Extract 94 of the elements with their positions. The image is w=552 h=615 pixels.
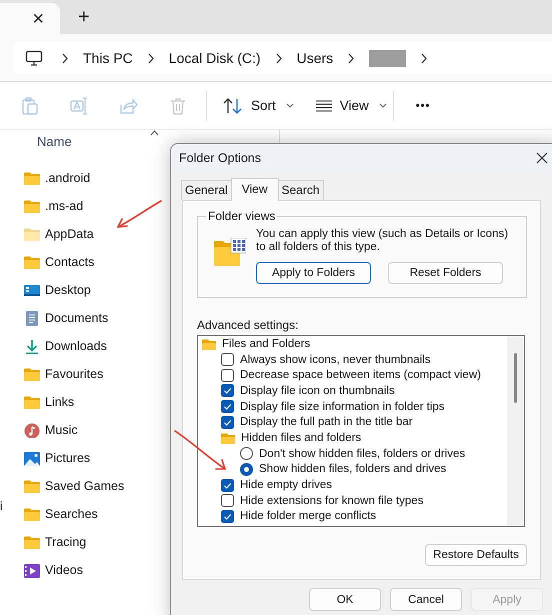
download-icon bbox=[24, 338, 40, 354]
checkbox[interactable] bbox=[221, 494, 234, 508]
dialog-button: Apply bbox=[471, 588, 543, 611]
new-tab-button[interactable]: + bbox=[78, 7, 90, 27]
setting-radio[interactable]: Show hidden files, folders and drives bbox=[240, 462, 446, 476]
nav-pane-text: i bbox=[0, 499, 3, 513]
column-header[interactable]: Name bbox=[37, 135, 78, 149]
folder-icon bbox=[221, 432, 235, 444]
setting-label: Hidden files and folders bbox=[241, 432, 362, 444]
dialog-tab[interactable]: View bbox=[230, 178, 278, 201]
folder-icon bbox=[24, 394, 40, 410]
folder-icon bbox=[24, 478, 40, 494]
file-name[interactable]: Downloads bbox=[45, 339, 107, 353]
scrollbar-thumb[interactable] bbox=[514, 353, 517, 403]
music-icon bbox=[24, 422, 40, 438]
dialog-tab[interactable]: General bbox=[181, 180, 232, 200]
folder-icon bbox=[24, 366, 40, 382]
folder-icon bbox=[24, 534, 40, 550]
folder-icon bbox=[24, 198, 40, 214]
folder-icon bbox=[24, 170, 40, 186]
video-icon bbox=[24, 562, 40, 578]
dialog-tab[interactable]: Search bbox=[278, 180, 324, 200]
file-name[interactable]: Desktop bbox=[45, 283, 91, 297]
setting-radio[interactable]: Don't show hidden files, folders or drives bbox=[240, 447, 466, 460]
file-name[interactable]: Favourites bbox=[45, 367, 104, 381]
close-button[interactable]: × bbox=[32, 8, 44, 28]
chevron-icon bbox=[420, 52, 428, 64]
folder-grid-icon bbox=[214, 238, 246, 266]
checkbox[interactable] bbox=[221, 384, 234, 398]
folder-view-button[interactable]: Reset Folders bbox=[388, 262, 503, 284]
folder-icon bbox=[24, 226, 40, 242]
more-button[interactable]: ••• bbox=[416, 100, 430, 112]
lines-icon bbox=[316, 100, 332, 112]
sort-arrows-icon bbox=[223, 96, 243, 114]
checkbox[interactable] bbox=[221, 353, 234, 366]
setting-checkbox[interactable]: Decrease space between items (compact view) bbox=[221, 368, 481, 382]
dialog-button[interactable]: OK bbox=[309, 588, 381, 611]
setting-checkbox[interactable]: Hide empty drives bbox=[221, 478, 332, 492]
radio-button[interactable] bbox=[240, 462, 253, 476]
file-name[interactable]: .android bbox=[45, 171, 90, 185]
setting-checkbox[interactable]: Hide folder merge conflicts bbox=[221, 510, 376, 523]
breadcrumb-item[interactable]: Local Disk (C:) bbox=[168, 50, 261, 66]
breadcrumb-item[interactable]: Users bbox=[296, 50, 334, 66]
folder-view-button[interactable]: Apply to Folders bbox=[256, 262, 371, 284]
section-label: Advanced settings: bbox=[197, 319, 300, 332]
chevron-icon bbox=[61, 52, 69, 64]
checkbox[interactable] bbox=[221, 368, 234, 382]
setting-checkbox[interactable]: Display file icon on thumbnails bbox=[221, 384, 395, 398]
view-button[interactable]: View bbox=[316, 98, 387, 113]
restore-defaults-button[interactable]: Restore Defaults bbox=[425, 544, 527, 566]
desktop-icon bbox=[24, 282, 40, 298]
file-name[interactable]: .ms-ad bbox=[45, 199, 84, 213]
folder-icon bbox=[202, 338, 216, 350]
setting-checkbox[interactable]: Display file size information in folder tips bbox=[221, 400, 445, 414]
folder-icon bbox=[24, 506, 40, 522]
document-icon bbox=[24, 310, 40, 326]
checkbox[interactable] bbox=[221, 478, 234, 492]
address-bar[interactable]: This PC Local Disk (C:) Users bbox=[13, 42, 552, 74]
chevron-icon bbox=[146, 52, 155, 64]
description-text: You can apply this view (such as Details or Icons) to all folders of this type. bbox=[256, 228, 510, 254]
chevron-icon bbox=[347, 52, 356, 64]
file-name[interactable]: Tracing bbox=[45, 535, 86, 549]
file-name[interactable]: Searches bbox=[45, 507, 98, 521]
dialog-title: Folder Options bbox=[179, 151, 261, 165]
file-name[interactable]: Links bbox=[45, 395, 74, 409]
setting-checkbox[interactable]: Hide extensions for known file types bbox=[221, 494, 424, 508]
radio-button[interactable] bbox=[240, 447, 253, 460]
chevron-icon bbox=[274, 52, 283, 64]
setting-label: Files and Folders bbox=[222, 338, 310, 350]
dialog-button[interactable]: Cancel bbox=[390, 588, 462, 611]
browser-tab[interactable]: × bbox=[0, 3, 60, 34]
folder-icon bbox=[24, 254, 40, 270]
file-name[interactable]: Documents bbox=[45, 311, 108, 325]
sort-caret-icon bbox=[150, 130, 159, 136]
file-name[interactable]: Music bbox=[45, 423, 78, 437]
caret-icon bbox=[378, 103, 387, 108]
setting-checkbox[interactable]: Display the full path in the title bar bbox=[221, 416, 413, 429]
file-name[interactable]: AppData bbox=[45, 227, 94, 241]
group-label: Folder views bbox=[206, 209, 278, 223]
picture-icon bbox=[24, 450, 40, 466]
setting-checkbox[interactable]: Always show icons, never thumbnails bbox=[221, 353, 430, 366]
checkbox[interactable] bbox=[221, 400, 234, 414]
sort-button[interactable]: Sort bbox=[223, 96, 294, 114]
checkbox[interactable] bbox=[221, 416, 234, 429]
close-icon[interactable] bbox=[536, 152, 548, 164]
checkbox[interactable] bbox=[221, 510, 234, 523]
monitor-icon bbox=[25, 50, 43, 66]
caret-icon bbox=[286, 103, 294, 108]
file-name[interactable]: Contacts bbox=[45, 255, 94, 269]
clipboard-icon[interactable] bbox=[22, 96, 38, 114]
file-name[interactable]: Saved Games bbox=[45, 479, 124, 493]
file-name[interactable]: Videos bbox=[45, 563, 83, 577]
breadcrumb-item[interactable]: This PC bbox=[83, 50, 133, 66]
file-name[interactable]: Pictures bbox=[45, 451, 90, 465]
